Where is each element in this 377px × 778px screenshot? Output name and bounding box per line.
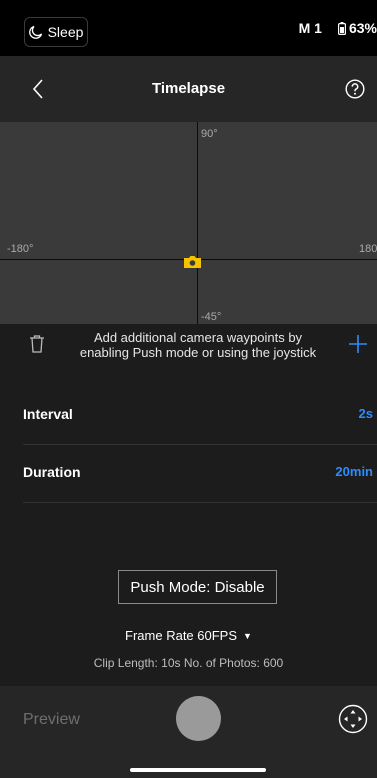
shutter-button[interactable] — [176, 696, 221, 741]
home-indicator — [130, 768, 266, 772]
tilt-min-label: -45° — [201, 311, 222, 323]
camera-waypoint-icon[interactable] — [183, 255, 202, 269]
battery-icon — [337, 21, 346, 35]
help-icon[interactable] — [345, 79, 365, 99]
moon-icon — [28, 25, 42, 39]
tilt-max-label: 90° — [201, 128, 218, 140]
duration-value[interactable]: 20min — [335, 464, 373, 479]
mode-label: M 1 — [298, 20, 322, 36]
vertical-axis — [197, 122, 198, 324]
preview-button[interactable]: Preview — [23, 711, 80, 729]
sleep-button[interactable]: Sleep — [24, 17, 88, 47]
duration-row[interactable]: Duration 20min — [23, 444, 377, 502]
sleep-label: Sleep — [47, 24, 84, 40]
clip-info: Clip Length: 10s No. of Photos: 600 — [93, 656, 284, 670]
trash-icon[interactable] — [29, 335, 45, 353]
gimbal-angle-graph[interactable]: 90° -180° 180 -45° — [0, 122, 377, 324]
waypoint-hint-text: Add additional camera waypoints by enabl… — [79, 330, 317, 360]
frame-rate-selector[interactable]: Frame Rate 60FPS ▼ — [0, 628, 377, 643]
joystick-icon[interactable] — [338, 704, 368, 734]
battery-indicator: 63% — [337, 20, 377, 36]
divider — [23, 502, 377, 503]
interval-row[interactable]: Interval 2s — [23, 386, 377, 444]
interval-label: Interval — [23, 406, 73, 422]
add-waypoint-icon[interactable] — [348, 334, 368, 354]
push-mode-button[interactable]: Push Mode: Disable — [118, 570, 277, 604]
nav-bar: Timelapse — [0, 56, 377, 122]
status-bar: Sleep M 1 63% — [0, 0, 377, 56]
duration-label: Duration — [23, 464, 81, 480]
interval-value[interactable]: 2s — [359, 406, 373, 421]
frame-rate-label: Frame Rate 60FPS — [125, 628, 238, 643]
page-title: Timelapse — [151, 80, 226, 97]
pan-max-label: 180 — [359, 243, 377, 255]
pan-min-label: -180° — [7, 243, 34, 255]
battery-label: 63% — [348, 20, 377, 36]
caret-down-icon: ▼ — [243, 631, 252, 641]
